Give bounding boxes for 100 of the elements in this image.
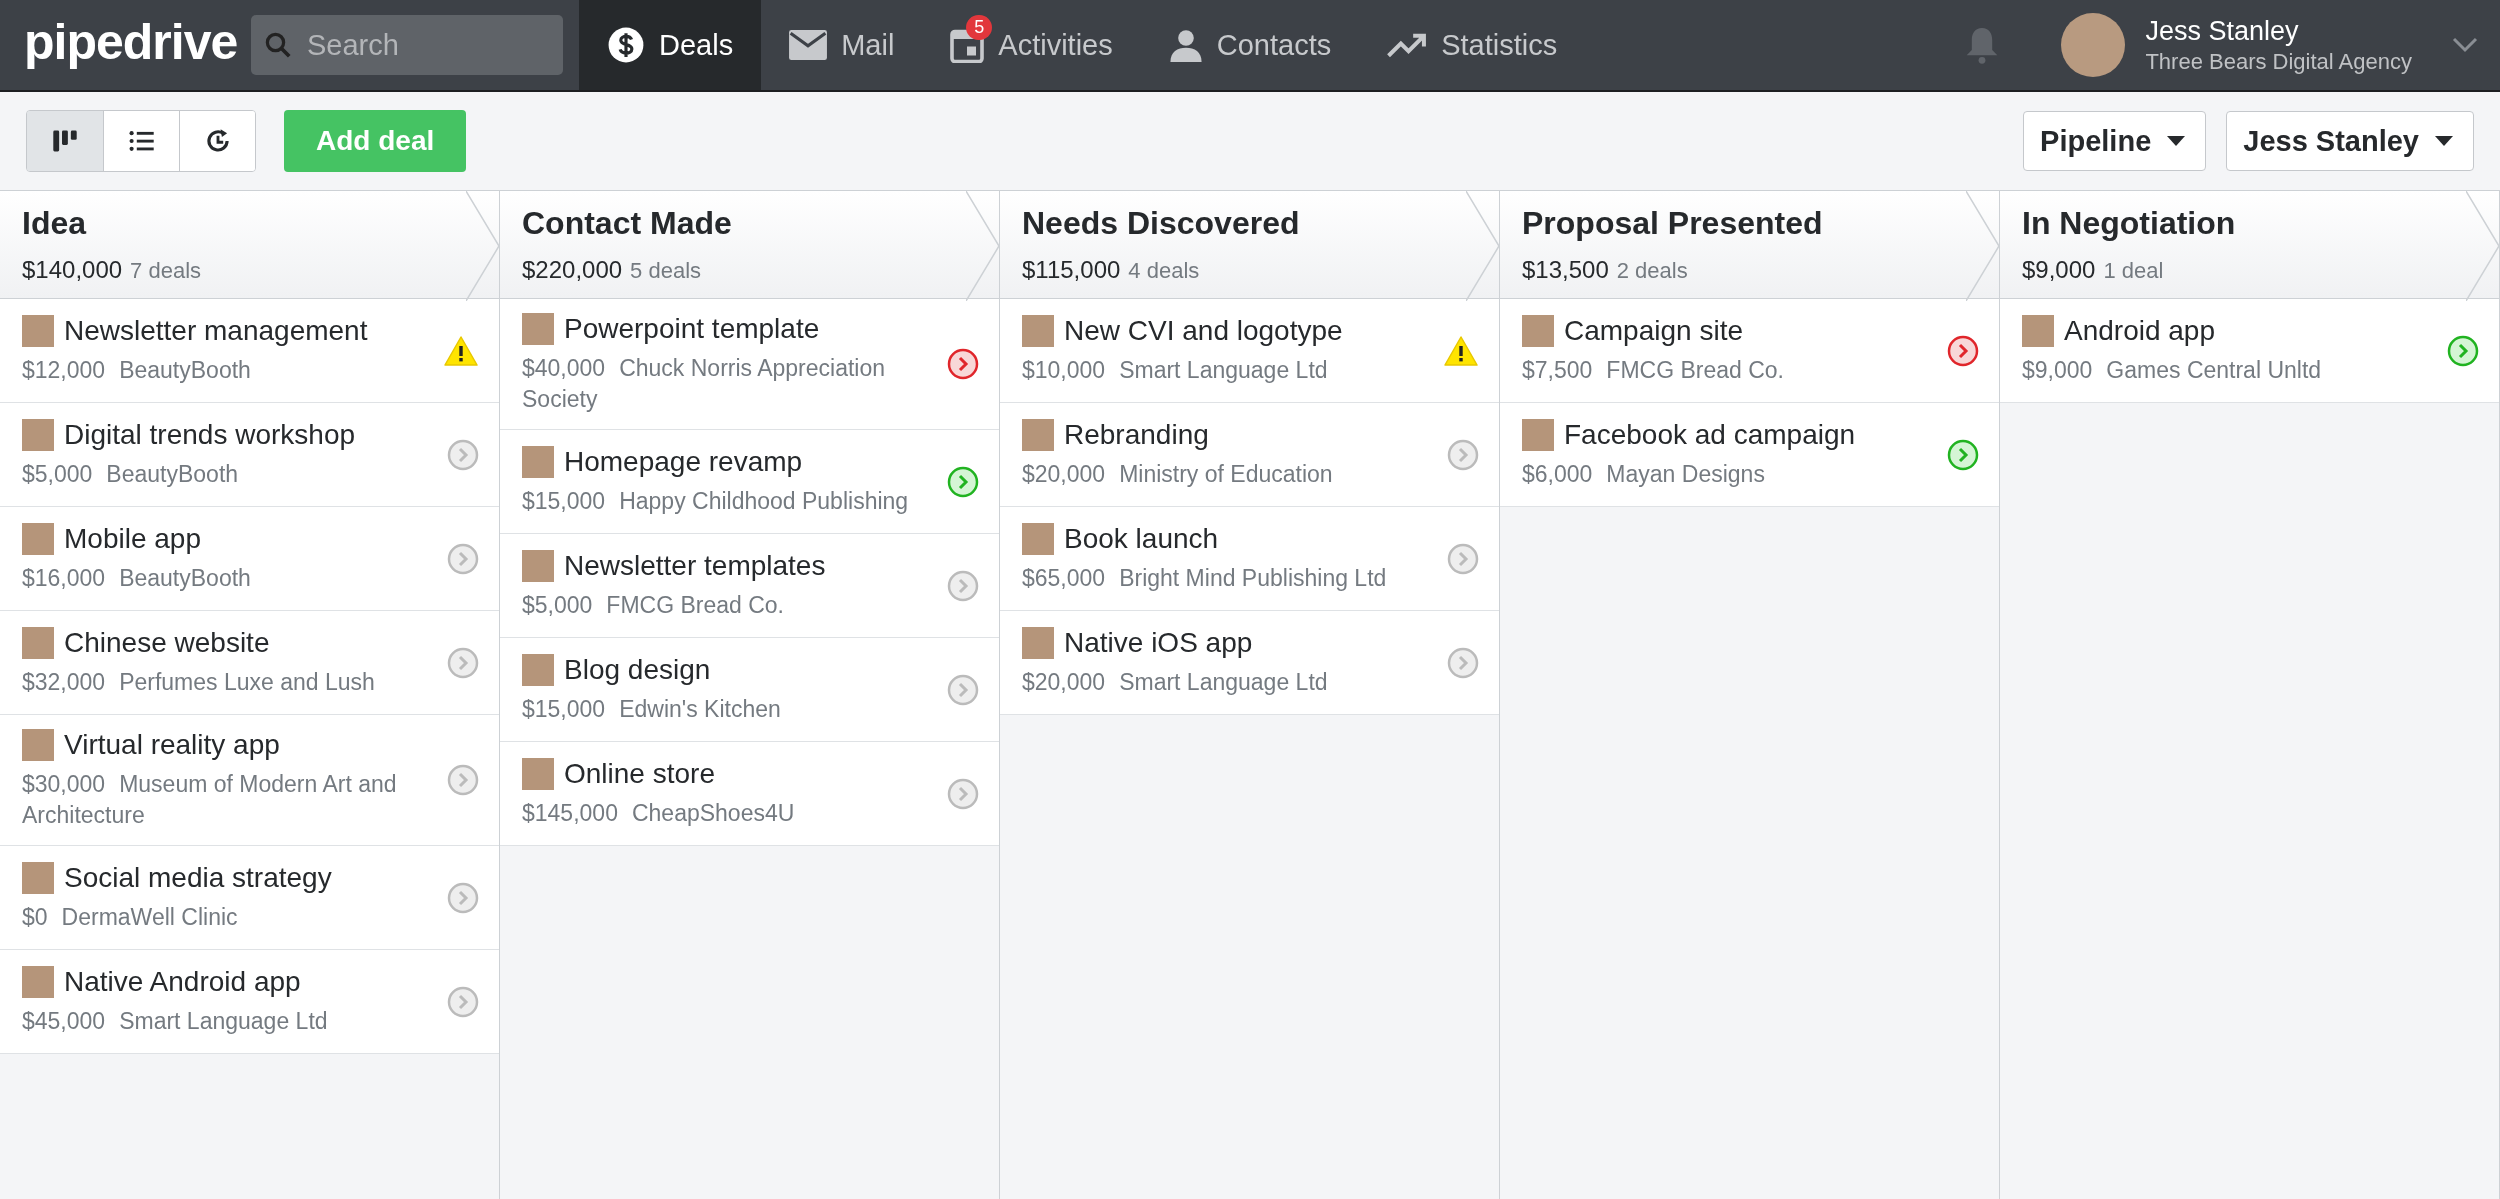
deal-details: $65,000 Bright Mind Publishing Ltd	[1022, 563, 1388, 593]
deal-count: 5 deals	[630, 258, 702, 284]
avatar-placeholder	[1022, 626, 1054, 659]
deal-card[interactable]: Virtual reality app $30,000 Museum of Modern Art and Architecture	[0, 715, 499, 847]
view-toggle-button[interactable]	[103, 111, 179, 171]
avatar-placeholder	[22, 522, 54, 555]
avatar-placeholder	[2022, 314, 2054, 347]
deal-card[interactable]: Rebranding $20,000 Ministry of Education	[1000, 403, 1499, 507]
stage-total: $140,000	[22, 256, 123, 284]
deal-card[interactable]: Native iOS app $20,000 Smart Language Ltd	[1000, 611, 1499, 715]
deal-card[interactable]: Blog design $15,000 Edwin's Kitchen	[500, 638, 999, 743]
columns-icon	[52, 128, 78, 154]
deal-details: $6,000 Mayan Designs	[1522, 459, 1766, 489]
avatar-placeholder	[22, 418, 54, 451]
deal-card[interactable]: Social media strategy $0 DermaWell Clinic	[0, 846, 499, 951]
nav-tab[interactable]: Deals	[579, 0, 762, 90]
deal-count: 7 deals	[130, 258, 202, 284]
stage-name: Idea	[22, 205, 88, 242]
deal-card[interactable]: Chinese website $32,000 Perfumes Luxe and Lush	[0, 611, 499, 715]
chevron-circle-icon[interactable]	[947, 348, 979, 381]
deal-count: 1 deal	[2103, 258, 2164, 284]
deal-details: $5,000 FMCG Bread Co.	[522, 591, 785, 621]
avatar-placeholder	[1022, 314, 1054, 347]
bell-icon[interactable]	[1965, 26, 2000, 64]
avatar-placeholder	[1522, 418, 1554, 451]
deal-title: Rebranding	[1064, 418, 1209, 451]
chevron-circle-icon[interactable]	[1947, 334, 1979, 367]
deal-title: Facebook ad campaign	[1564, 418, 1856, 451]
logo[interactable]: pipedrive	[0, 13, 251, 77]
warning-icon[interactable]	[443, 334, 479, 367]
deal-title: Book launch	[1064, 522, 1219, 555]
deal-title: Mobile app	[64, 522, 201, 555]
deal-title: Android app	[2064, 314, 2215, 347]
stage-name: Proposal Presented	[1522, 205, 1824, 242]
deal-card[interactable]: Campaign site $7,500 FMCG Bread Co.	[1500, 299, 1999, 403]
filter-dropdown[interactable]: Jess Stanley	[2226, 111, 2474, 171]
chevron-circle-icon[interactable]	[947, 465, 979, 498]
deal-title: Social media strategy	[64, 862, 332, 895]
avatar-placeholder	[1522, 314, 1554, 347]
caret-icon	[2435, 136, 2453, 146]
avatar-placeholder	[522, 654, 554, 687]
deal-details: $10,000 Smart Language Ltd	[1022, 355, 1329, 385]
deal-card[interactable]: Online store $145,000 CheapShoes4U	[500, 742, 999, 847]
deal-details: $7,500 FMCG Bread Co.	[1522, 355, 1785, 385]
deal-title: Native Android app	[64, 966, 301, 999]
deal-card[interactable]: Powerpoint template $40,000 Chuck Norris Appreciation Society	[500, 299, 999, 431]
deal-card[interactable]: New CVI and logotype $10,000 Smart Language Ltd	[1000, 299, 1499, 403]
view-toggle-button[interactable]	[179, 111, 255, 171]
search-field[interactable]: Search	[251, 15, 563, 75]
list-icon	[128, 129, 155, 153]
nav-tab[interactable]: Contacts	[1140, 0, 1360, 90]
nav-tab[interactable]: 5 Activities	[922, 0, 1141, 90]
deal-title: Online store	[564, 758, 715, 791]
deal-card[interactable]: Mobile app $16,000 BeautyBooth	[0, 507, 499, 611]
clock-refresh-icon	[204, 128, 231, 154]
deal-details: $145,000 CheapShoes4U	[522, 799, 796, 829]
nav-tab[interactable]: Mail	[761, 0, 923, 90]
notification-badge: 5	[966, 15, 993, 40]
warning-icon[interactable]	[1443, 334, 1479, 367]
deal-title: Native iOS app	[1064, 626, 1253, 659]
deal-card[interactable]: Newsletter templates $5,000 FMCG Bread Co.	[500, 534, 999, 639]
avatar-placeholder	[522, 550, 554, 583]
avatar-placeholder	[1022, 418, 1054, 451]
stage-name: Needs Discovered	[1022, 205, 1301, 242]
avatar-placeholder	[522, 313, 554, 345]
deal-card[interactable]: Homepage revamp $15,000 Happy Childhood Publishing	[500, 430, 999, 535]
avatar-placeholder	[22, 626, 54, 659]
avatar-placeholder	[22, 966, 54, 999]
chevron-circle-icon[interactable]	[1947, 438, 1979, 471]
chevron-down-icon[interactable]	[2452, 37, 2478, 53]
deal-card[interactable]: Native Android app $45,000 Smart Language Ltd	[0, 950, 499, 1055]
chevron-circle-icon[interactable]	[2447, 334, 2479, 367]
deal-details: $0 DermaWell Clinic	[22, 903, 239, 933]
deal-card[interactable]: Android app $9,000 Games Central Unltd	[2000, 299, 2499, 403]
filter-dropdown[interactable]: Pipeline	[2023, 111, 2207, 171]
deal-title: Newsletter templates	[564, 550, 826, 583]
deal-card[interactable]: Digital trends workshop $5,000 BeautyBooth	[0, 403, 499, 507]
deal-card[interactable]: Facebook ad campaign $6,000 Mayan Designs	[1500, 403, 1999, 507]
stage-name: Contact Made	[522, 205, 733, 242]
avatar-placeholder	[1022, 522, 1054, 555]
deal-card[interactable]: Book launch $65,000 Bright Mind Publishing Ltd	[1000, 507, 1499, 611]
deal-details: $16,000 BeautyBooth	[22, 563, 252, 593]
deal-title: Chinese website	[64, 626, 270, 659]
deal-card[interactable]: Newsletter management $12,000 BeautyBooth	[0, 299, 499, 403]
deal-details: $40,000 Chuck Norris Appreciation Society	[522, 354, 887, 415]
avatar-placeholder	[22, 314, 54, 347]
user-name: Jess Stanley	[2145, 15, 2300, 47]
view-toggle-button[interactable]	[27, 111, 103, 171]
caret-icon	[2167, 136, 2186, 146]
stage-total: $13,500	[1522, 256, 1609, 284]
company-name: Three Bears Digital Agency	[2145, 48, 2412, 75]
avatar-placeholder	[22, 862, 54, 895]
nav-tab[interactable]: Statistics	[1359, 0, 1586, 90]
deal-details: $32,000 Perfumes Luxe and Lush	[22, 667, 376, 697]
stage-total: $115,000	[1022, 256, 1121, 284]
deal-title: Homepage revamp	[564, 446, 803, 479]
deal-details: $20,000 Ministry of Education	[1022, 459, 1334, 489]
stage-total: $9,000	[2022, 256, 2096, 284]
deal-title: Newsletter management	[64, 314, 368, 347]
dollar-coin-icon	[607, 26, 645, 64]
